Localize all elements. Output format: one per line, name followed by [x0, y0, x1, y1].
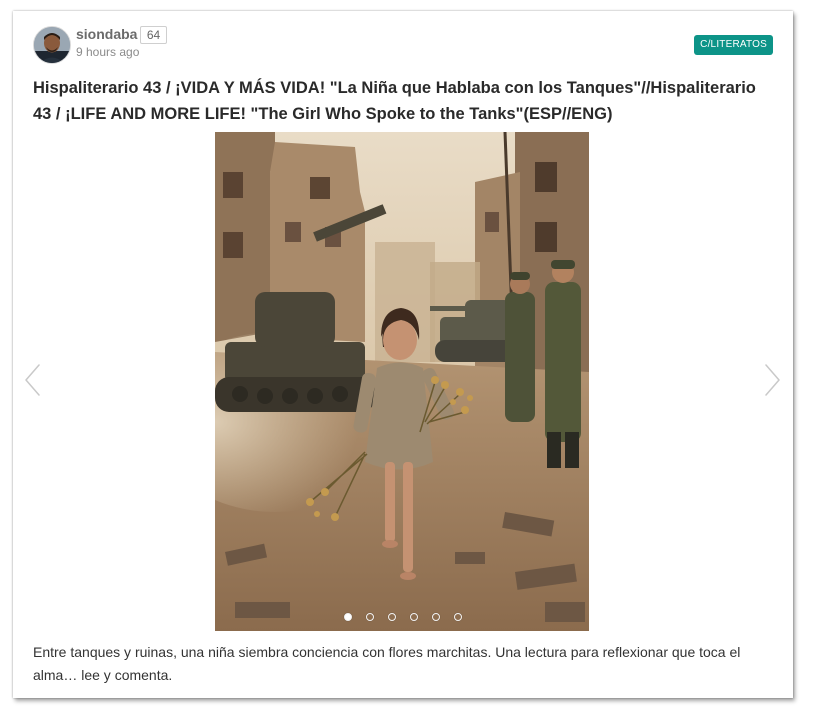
reputation-badge: 64	[140, 26, 167, 44]
carousel-dot[interactable]	[344, 613, 352, 621]
carousel-dots	[13, 613, 793, 627]
carousel-dot[interactable]	[432, 613, 440, 621]
carousel-dot[interactable]	[388, 613, 396, 621]
author-name[interactable]: siondaba	[76, 26, 137, 42]
carousel-next-button[interactable]	[760, 361, 784, 399]
post-title[interactable]: Hispaliterario 43 / ¡VIDA Y MÁS VIDA! "L…	[33, 75, 775, 127]
post-timestamp[interactable]: 9 hours ago	[76, 45, 139, 59]
carousel-dot[interactable]	[366, 613, 374, 621]
carousel-dot[interactable]	[410, 613, 418, 621]
avatar[interactable]	[33, 26, 71, 64]
chevron-left-icon	[24, 363, 41, 397]
post-image[interactable]	[215, 132, 589, 631]
carousel-dot[interactable]	[454, 613, 462, 621]
carousel-prev-button[interactable]	[21, 361, 45, 399]
chevron-right-icon	[764, 363, 781, 397]
community-badge[interactable]: C/LITERATOS	[694, 35, 773, 55]
post-summary: Entre tanques y ruinas, una niña siembra…	[33, 644, 741, 683]
post-card: siondaba 64 9 hours ago C/LITERATOS Hisp…	[13, 11, 793, 698]
